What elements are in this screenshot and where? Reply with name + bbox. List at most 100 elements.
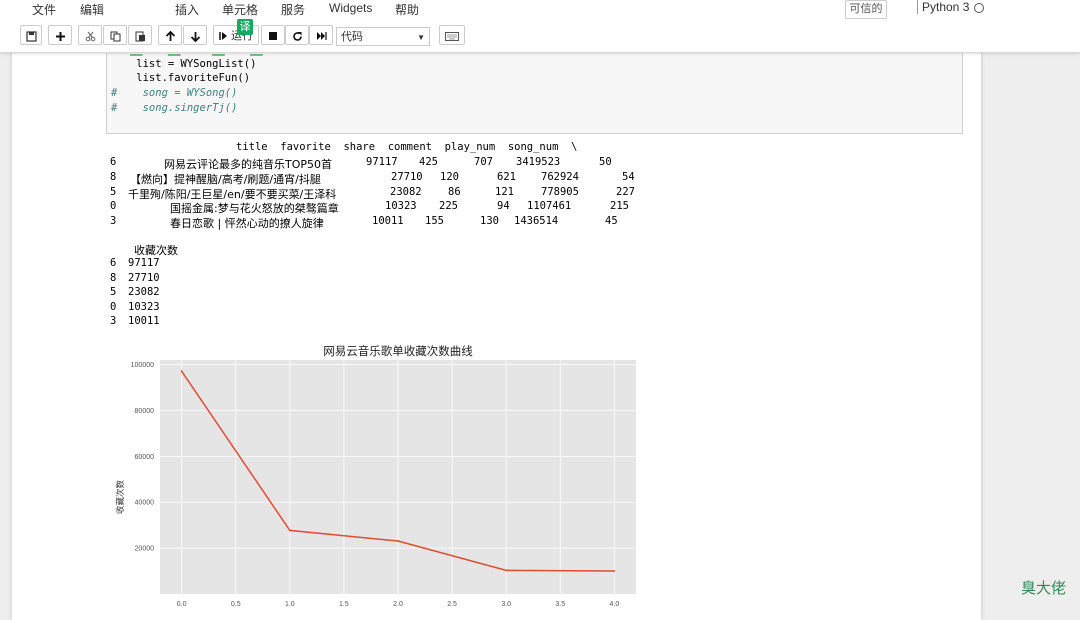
dataframe-cell-play-num: 778905 [541,186,579,198]
fast-forward-icon [316,32,327,41]
notebook-header: 文件 编辑 插入 单元格 服务 Widgets 帮助 可信的 Python 3 [0,0,1080,53]
move-up-button[interactable] [158,25,182,45]
dataframe-cell-idx: 3 [110,215,117,227]
dataframe-cell-idx: 6 [110,156,117,168]
menu-file[interactable]: 文件 [32,1,56,18]
dataframe-cell-song-num: 215 [610,200,629,212]
dataframe-cell-favorite: 10011 [372,215,404,227]
dataframe-cell-idx: 8 [110,171,117,183]
y-tick-label: 60000 [135,454,155,461]
series-value: 27710 [128,272,160,284]
menu-widgets[interactable]: Widgets [329,1,372,15]
y-tick-label: 100000 [131,362,154,369]
dataframe-cell-title: 春日恋歌 | 怦然心动的撩人旋律 [170,217,324,230]
x-tick-label: 0.0 [177,601,187,608]
dataframe-cell-song-num: 45 [605,215,618,227]
dataframe-cell-share: 425 [419,156,438,168]
dataframe-cell-play-num: 1107461 [527,200,572,212]
stop-icon [269,32,277,41]
cut-button[interactable] [78,25,102,45]
move-down-button[interactable] [183,25,207,45]
dataframe-cell-comment: 121 [495,186,514,198]
series-index: 0 [110,301,117,313]
command-palette-button[interactable] [439,25,465,45]
dataframe-cell-share: 155 [425,215,444,227]
y-tick-label: 40000 [135,500,155,507]
series-index: 5 [110,286,117,298]
menu-edit[interactable]: 编辑 [80,1,104,18]
series-value: 97117 [128,257,160,269]
x-tick-label: 1.5 [339,601,349,608]
x-tick-label: 1.0 [285,601,295,608]
dataframe-cell-comment: 621 [497,171,516,183]
dataframe-cell-comment: 130 [480,215,499,227]
dataframe-cell-favorite: 10323 [385,200,417,212]
chart-title: 网易云音乐歌单收藏次数曲线 [323,344,473,358]
series-header: 收藏次数 [134,244,178,257]
menu-insert[interactable]: 插入 [175,1,199,18]
dataframe-cell-song-num: 54 [622,171,635,183]
series-index: 3 [110,315,117,327]
data-point [180,370,183,373]
x-tick-label: 2.0 [393,601,403,608]
trusted-indicator[interactable]: 可信的 [845,0,887,19]
save-button[interactable] [20,25,42,45]
copy-icon [110,31,120,42]
cell-type-select[interactable]: 代码 ▼ [336,27,430,46]
dataframe-cell-title: 国摇金属:梦与花火怒放的桀骜篇章 [170,202,339,215]
toolbar: 运行 代码 ▼ [0,25,1080,49]
restart-button[interactable] [285,25,309,45]
series-value: 23082 [128,286,160,298]
arrow-down-icon [190,31,200,42]
arrow-up-icon [165,30,175,41]
cell-type-value: 代码 [341,31,363,43]
dataframe-cell-play-num: 3419523 [516,156,561,168]
x-tick-label: 4.0 [609,601,619,608]
add-cell-button[interactable] [48,25,72,45]
plus-icon [55,31,65,41]
x-tick-label: 0.5 [231,601,241,608]
copy-button[interactable] [103,25,127,45]
save-icon [25,30,37,42]
dataframe-cell-play-num: 1436514 [514,215,559,227]
dataframe-cell-idx: 0 [110,200,117,212]
code-comment-line: # song.singerTj() [111,102,238,114]
dataframe-cell-song-num: 50 [599,156,612,168]
dataframe-cell-share: 225 [439,200,458,212]
code-comment-line: # song = WYSong() [111,87,238,99]
menu-help[interactable]: 帮助 [395,1,419,18]
menu-kernel[interactable]: 服务 [281,1,305,18]
translate-badge[interactable]: 译 [237,19,253,35]
code-cell[interactable]: if __name__ == '__main__': list = WYSong… [106,40,963,134]
x-tick-label: 3.5 [555,601,565,608]
code-line: list = WYSongList() [111,58,257,70]
dataframe-cell-favorite: 97117 [366,156,398,168]
dataframe-cell-title: 网易云评论最多的纯音乐TOP50首 [164,158,333,171]
series-index: 8 [110,272,117,284]
y-tick-label: 80000 [135,408,155,415]
data-point [505,569,508,572]
series-index: 6 [110,257,117,269]
data-point [288,529,291,532]
menubar: 文件 编辑 插入 单元格 服务 Widgets 帮助 可信的 Python 3 [0,0,990,20]
refresh-icon [292,31,302,41]
dataframe-cell-title: 【燃向】提神醒脑/高考/刷题/通宵/抖腿 [130,173,321,186]
y-axis-label: 收藏次数 [115,480,126,515]
menu-cell[interactable]: 单元格 [222,1,258,18]
series-value: 10011 [128,315,160,327]
dataframe-cell-share: 120 [440,171,459,183]
y-tick-label: 20000 [135,546,155,553]
dataframe-header: title favorite share comment play_num so… [236,141,578,153]
keyboard-icon [445,31,459,41]
data-point [613,570,616,572]
data-point [397,540,399,542]
restart-run-all-button[interactable] [309,25,333,45]
caret-down-icon: ▼ [417,33,425,42]
interrupt-button[interactable] [261,25,285,45]
dataframe-cell-comment: 94 [497,200,510,212]
dataframe-cell-favorite: 23082 [390,186,422,198]
step-forward-icon [219,32,227,41]
kernel-name: Python 3 [917,0,969,14]
paste-button[interactable] [128,25,152,45]
dataframe-cell-idx: 5 [110,186,117,198]
